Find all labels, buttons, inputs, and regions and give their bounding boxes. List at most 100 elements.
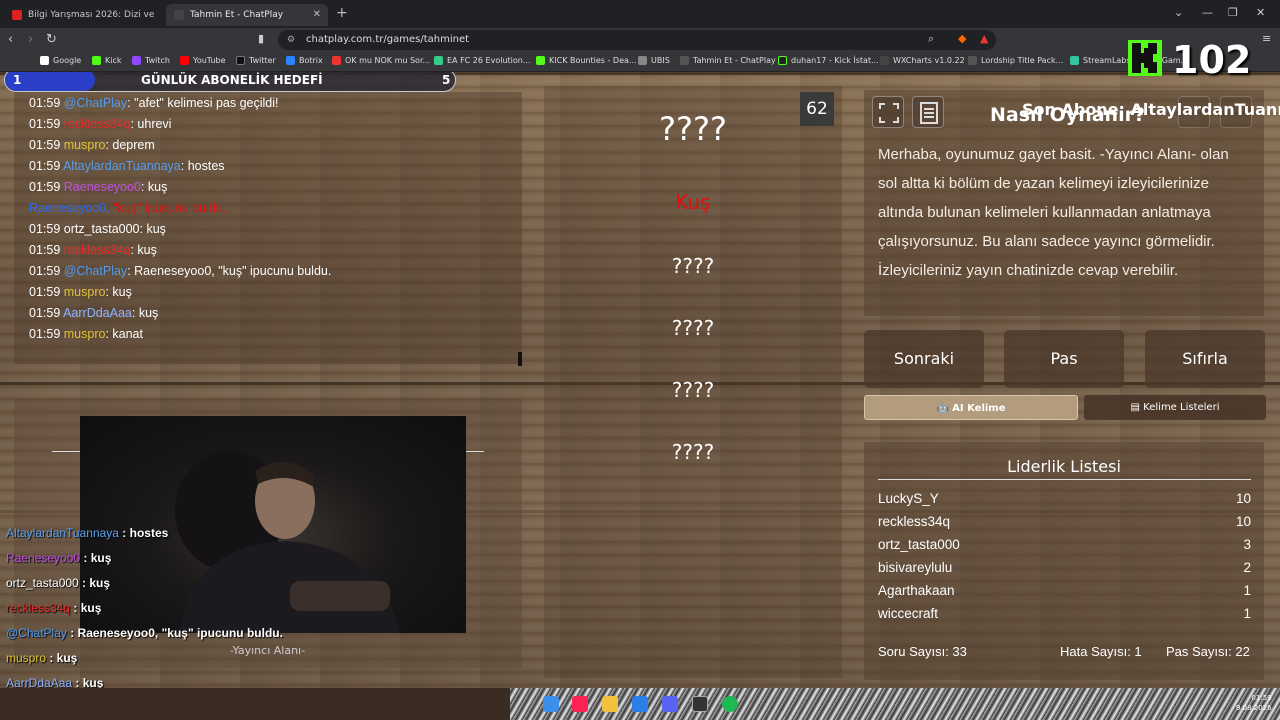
bookmark-kick-istat[interactable]: duhan17 - Kick İstat...	[778, 56, 879, 65]
bookmark-twitch[interactable]: Twitch	[132, 56, 170, 65]
chat-time: 01:59	[29, 222, 61, 236]
chat-message: : hostes	[180, 159, 225, 173]
chat-log-line: 01:59 muspro: kanat	[29, 327, 143, 341]
back-icon[interactable]: ‹	[8, 32, 13, 47]
pass-button[interactable]: Pas	[1004, 330, 1124, 388]
bookmark-youtube[interactable]: YouTube	[180, 56, 226, 65]
tab-quiz[interactable]: Bilgi Yarışması 2026: Dizi ve Film Quiz	[4, 4, 164, 26]
overlay-username: reckless34q	[6, 601, 71, 615]
spotify-icon[interactable]	[722, 696, 738, 712]
hint-word-2: ????	[671, 254, 715, 278]
streamer-silhouette	[175, 451, 400, 633]
ai-word-button[interactable]: 🤖 AI Kelime	[864, 395, 1078, 420]
secret-word: ????	[659, 110, 727, 148]
overlay-chat-line: ortz_tasta000 : kuş	[6, 576, 110, 590]
robot-icon: 🤖	[936, 403, 949, 414]
menu-icon[interactable]: ≡	[1262, 32, 1271, 45]
overlay-username: @ChatPlay	[6, 626, 67, 640]
next-button[interactable]: Sonraki	[864, 330, 984, 388]
discord-icon[interactable]	[662, 696, 678, 712]
chat-time: 01:59	[29, 243, 61, 257]
word-lists-button[interactable]: ▤ Kelime Listeleri	[1084, 395, 1266, 420]
bookmark-kick-bounties[interactable]: KICK Bounties - Dea...	[536, 56, 637, 65]
chat-message: : Raeneseyoo0, "kuş" ipucunu buldu.	[127, 264, 332, 278]
bookmark-ok-nok[interactable]: OK mu NOK mu Sor...	[332, 56, 430, 65]
leaderboard-score: 3	[1243, 537, 1251, 552]
tab-search-icon[interactable]: ⌄	[1174, 6, 1183, 19]
tab-tahmin-et[interactable]: Tahmin Et - ChatPlay ✕	[166, 4, 328, 26]
bookmark-lordship[interactable]: Lordship Title Pack...	[968, 56, 1063, 65]
close-window-icon[interactable]: ✕	[1256, 6, 1265, 19]
chat-scrollbar[interactable]	[518, 352, 522, 366]
bookmark-twitter[interactable]: Twitter	[236, 56, 276, 65]
chat-time: 01:59	[29, 96, 61, 110]
windows-start-icon[interactable]	[543, 696, 559, 712]
bookmark-ea-fc[interactable]: EA FC 26 Evolution...	[434, 56, 530, 65]
brave-shield-icon[interactable]: ◆	[958, 32, 966, 45]
overlay-message: : kuş	[70, 601, 102, 615]
fullscreen-icon[interactable]	[872, 96, 904, 128]
leaderboard-score: 10	[1235, 491, 1251, 506]
chat-time: 01:59	[29, 285, 61, 299]
document-icon[interactable]	[912, 96, 944, 128]
overlay-message: : kuş	[78, 576, 111, 590]
app-icon[interactable]	[632, 696, 648, 712]
bookmark-kick[interactable]: Kick	[92, 56, 122, 65]
zoom-icon[interactable]: ⌕	[928, 32, 934, 46]
site-info-icon[interactable]: ⚙	[287, 30, 295, 50]
new-tab-icon[interactable]: +	[336, 5, 348, 21]
overlay-chat-line: Raeneseyoo0 : kuş	[6, 551, 111, 565]
file-explorer-icon[interactable]	[602, 696, 618, 712]
chat-username: muspro	[63, 327, 106, 341]
youtube-icon	[12, 10, 22, 20]
divider	[466, 451, 484, 452]
maximize-icon[interactable]: ❐	[1228, 6, 1238, 19]
chatplay-icon	[174, 10, 184, 20]
bookmark-botrix[interactable]: Botrix	[286, 56, 323, 65]
forward-icon[interactable]: ›	[28, 32, 33, 47]
brave-rewards-icon[interactable]: ▲	[980, 32, 988, 45]
reset-button[interactable]: Sıfırla	[1145, 330, 1265, 388]
overlay-username: Raeneseyoo0	[6, 551, 81, 565]
system-clock: 01:59 9.08.2026	[1236, 693, 1272, 713]
chat-username: AltaylardanTuannaya	[63, 159, 181, 173]
reload-icon[interactable]: ↻	[46, 32, 57, 47]
bookmark-wxcharts[interactable]: WXCharts v1.0.22	[880, 56, 965, 65]
how-to-play-text: Merhaba, oyunumuz gayet basit. -Yayıncı …	[878, 146, 1229, 279]
bookmark-ubis[interactable]: UBIS	[638, 56, 670, 65]
address-bar-row: ‹ › ↻ ▮ ⚙ chatplay.com.tr/games/tahminet…	[0, 28, 1280, 52]
chat-message: : deprem	[105, 138, 155, 152]
browser-tab-bar: Bilgi Yarışması 2026: Dizi ve Film Quiz …	[0, 0, 1280, 28]
bookmark-google[interactable]: Google	[40, 56, 81, 65]
goal-current: 1	[13, 73, 22, 87]
chat-log-line: 01:59 reckless34q: kuş	[29, 243, 157, 257]
chat-message: : uhrevi	[130, 117, 172, 131]
chat-username: ortz_tasta000	[63, 222, 140, 236]
webcam-feed	[80, 416, 466, 633]
chat-username: @ChatPlay	[63, 264, 128, 278]
chat-log-line: 01:59 reckless34q: uhrevi	[29, 117, 171, 131]
bookmark-icon[interactable]: ▮	[258, 32, 264, 45]
brave-icon[interactable]	[572, 696, 588, 712]
close-tab-icon[interactable]: ✕	[313, 9, 321, 20]
overlay-message: : hostes	[118, 526, 169, 540]
chat-log-line: 01:59 ortz_tasta000: kuş	[29, 222, 166, 236]
chat-username: muspro	[63, 285, 106, 299]
leaderboard-name: Agarthakaan	[878, 583, 955, 598]
overlay-message: : kuş	[46, 651, 78, 665]
taskbar-background	[510, 688, 1280, 720]
hint-word-1: Kuş	[675, 190, 711, 214]
bookmark-streamlabs[interactable]: StreamLabs	[1070, 56, 1131, 65]
minimize-icon[interactable]: —	[1202, 6, 1213, 19]
kick-logo-icon	[1128, 40, 1162, 76]
chat-username: reckless34q	[63, 117, 131, 131]
leaderboard-name: LuckyS_Y	[878, 491, 939, 506]
chat-message: : kuş	[130, 243, 157, 257]
leaderboard-score: 1	[1243, 606, 1251, 621]
url-input[interactable]: ⚙ chatplay.com.tr/games/tahminet	[278, 30, 996, 50]
bookmarks-bar: Google Kick Twitch YouTube Twitter Botri…	[0, 52, 1280, 72]
bookmark-tahmin-et[interactable]: Tahmin Et - ChatPlay	[680, 56, 776, 65]
chat-log-line: 01:59 Raeneseyoo0: kuş	[29, 180, 167, 194]
chat-time: 01:59	[29, 159, 61, 173]
obs-icon[interactable]	[692, 696, 708, 712]
